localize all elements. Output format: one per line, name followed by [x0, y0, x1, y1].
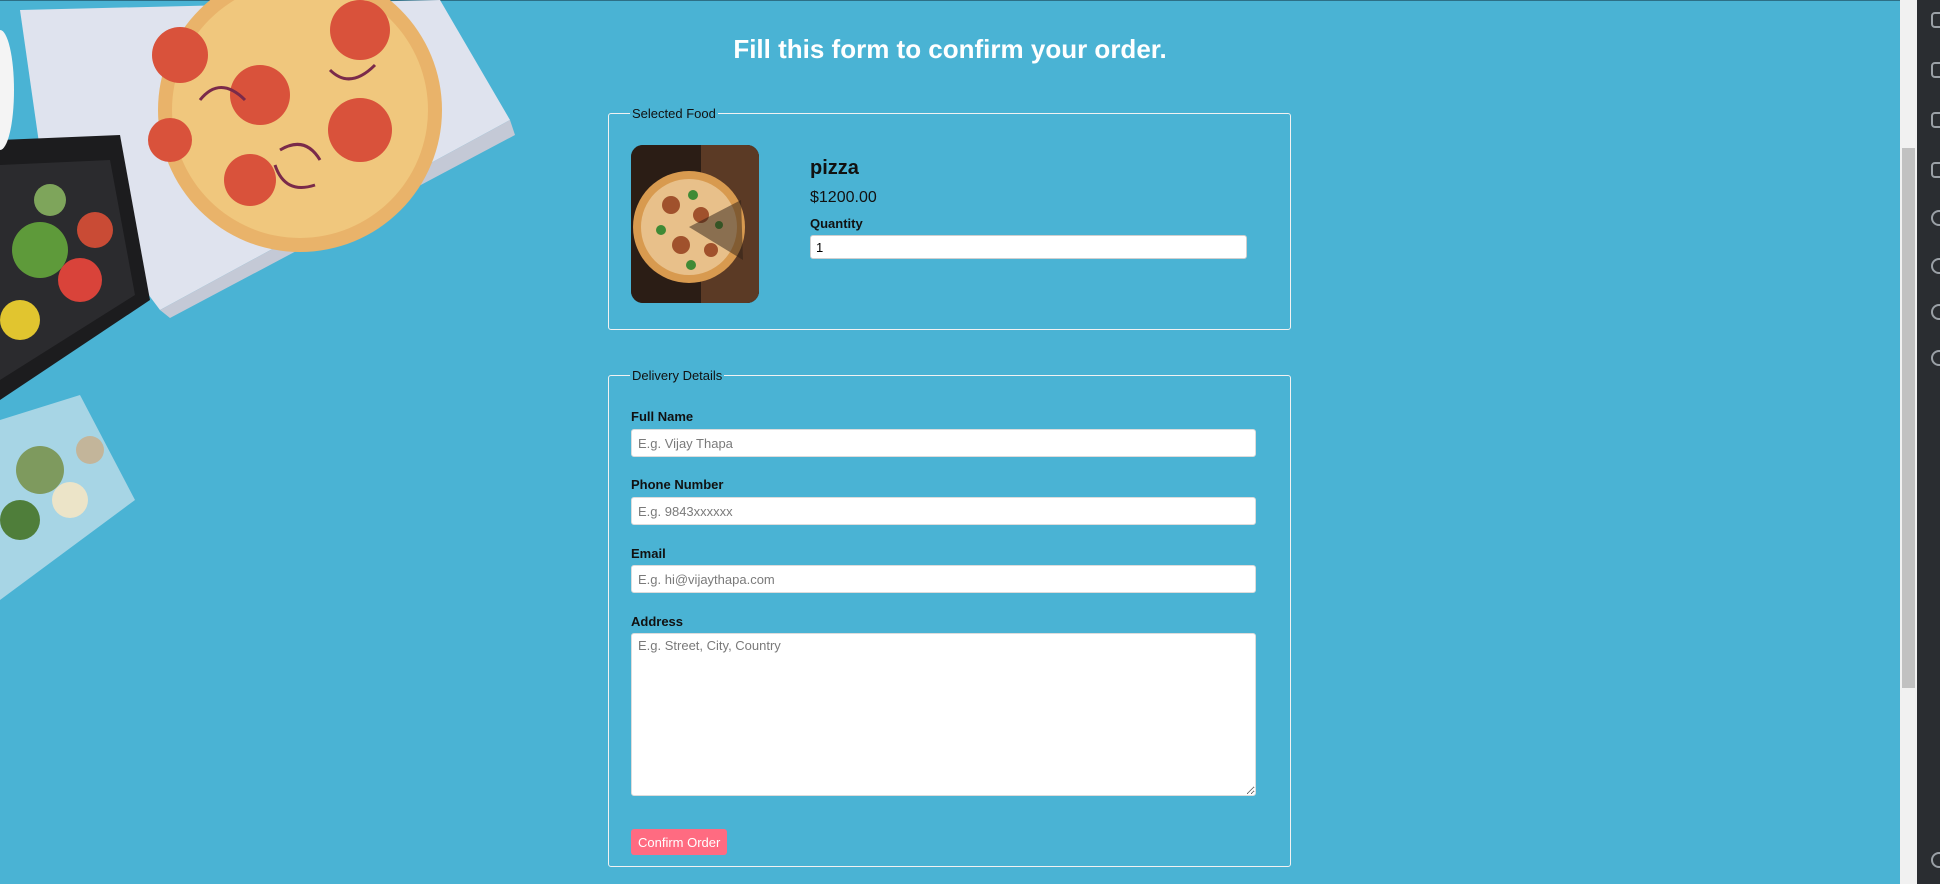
selected-food-legend: Selected Food — [632, 106, 716, 121]
page: Fill this form to confirm your order. Se… — [0, 0, 1900, 884]
address-textarea[interactable] — [631, 633, 1256, 796]
quantity-input[interactable] — [810, 235, 1247, 259]
panel-icon-2[interactable] — [1931, 62, 1940, 78]
panel-icon-8[interactable] — [1931, 350, 1940, 366]
panel-icon-7[interactable] — [1931, 304, 1940, 320]
selected-food-fieldset: Selected Food pizza $1200.00 Quantity — [608, 106, 1291, 330]
phone-number-input[interactable] — [631, 497, 1256, 525]
full-name-input[interactable] — [631, 429, 1256, 457]
confirm-order-button[interactable]: Confirm Order — [631, 829, 728, 855]
delivery-details-fieldset: Delivery Details Full Name Phone Number … — [608, 368, 1291, 867]
panel-icon-4[interactable] — [1931, 162, 1940, 178]
phone-number-label: Phone Number — [631, 477, 724, 492]
panel-icon-9[interactable] — [1931, 852, 1940, 868]
page-title: Fill this form to confirm your order. — [733, 34, 1167, 64]
email-input[interactable] — [631, 565, 1256, 593]
address-label: Address — [631, 614, 684, 629]
panel-icon-6[interactable] — [1931, 258, 1940, 274]
food-price: $1200.00 — [810, 189, 877, 206]
email-label: Email — [631, 546, 666, 561]
food-background-image — [0, 0, 515, 600]
delivery-details-legend: Delivery Details — [632, 368, 723, 383]
food-image — [631, 145, 759, 303]
food-name: pizza — [810, 157, 859, 179]
vertical-scrollbar[interactable] — [1900, 0, 1917, 884]
scrollbar-thumb[interactable] — [1902, 148, 1915, 688]
panel-icon-3[interactable] — [1931, 112, 1940, 128]
quantity-label: Quantity — [810, 216, 863, 231]
side-panel — [1917, 0, 1940, 884]
panel-icon-5[interactable] — [1931, 210, 1940, 226]
full-name-label: Full Name — [631, 409, 694, 424]
panel-icon-1[interactable] — [1931, 12, 1940, 28]
